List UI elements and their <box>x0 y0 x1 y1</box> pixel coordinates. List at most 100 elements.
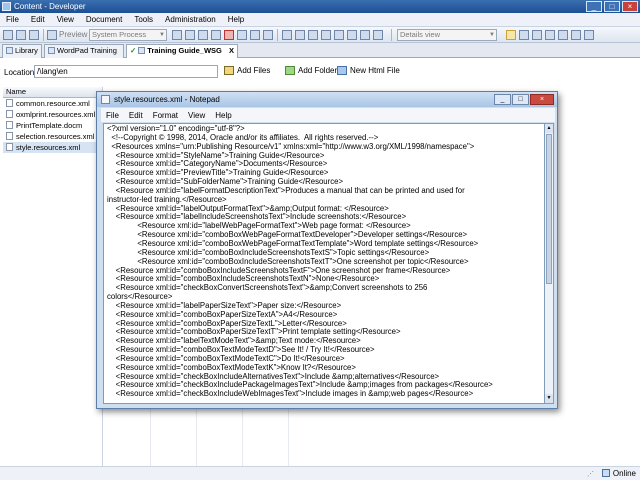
menu-tools[interactable]: Tools <box>128 15 159 24</box>
location-input[interactable]: /\lang\en <box>34 65 218 78</box>
view-combo[interactable]: Details view ▼ <box>397 29 497 41</box>
tab-label: Training Guide_WSG <box>147 46 222 55</box>
paste-icon[interactable] <box>198 30 208 40</box>
add-folder-button[interactable]: Add Folder <box>285 66 337 75</box>
view-combo-value: Details view <box>400 30 441 39</box>
chevron-down-icon: ▼ <box>159 32 165 38</box>
delete-icon[interactable] <box>224 30 234 40</box>
layout-view-icon[interactable] <box>571 30 581 40</box>
library-icon <box>6 47 13 54</box>
save-icon[interactable] <box>16 30 26 40</box>
notepad-menu-format[interactable]: Format <box>148 111 183 120</box>
app-title-bar: Content - Developer _ □ × <box>0 0 640 13</box>
menu-help[interactable]: Help <box>222 15 250 24</box>
split-view-icon[interactable] <box>558 30 568 40</box>
tab-library[interactable]: Library <box>2 44 42 58</box>
file-icon <box>6 110 13 118</box>
menu-edit[interactable]: Edit <box>25 15 51 24</box>
resize-grip-icon: ⋰ <box>587 471 594 478</box>
menu-file[interactable]: File <box>0 15 25 24</box>
redo-icon[interactable] <box>295 30 305 40</box>
new-html-file-label: New Html File <box>350 66 400 75</box>
notepad-text-area[interactable]: <?xml version="1.0" encoding="utf-8"?> <… <box>103 123 545 404</box>
preview-label[interactable]: Preview <box>59 30 87 39</box>
file-name: oxmlprint.resources.xml <box>16 110 96 119</box>
window-controls: _ □ × <box>586 1 638 12</box>
cut-icon[interactable] <box>172 30 182 40</box>
notepad-title-bar[interactable]: style.resources.xml - Notepad _ □ × <box>97 92 557 107</box>
chevron-down-icon: ▼ <box>489 32 495 38</box>
menu-view[interactable]: View <box>51 15 80 24</box>
file-list: Name common.resource.xml oxmlprint.resou… <box>3 87 103 466</box>
location-bar: Location: /\lang\en Add Files Add Folder… <box>0 59 640 87</box>
notepad-window[interactable]: style.resources.xml - Notepad _ □ × File… <box>96 91 558 409</box>
list-item[interactable]: selection.resources.xml <box>3 131 102 142</box>
check-out-icon[interactable] <box>321 30 331 40</box>
notepad-menu-bar: File Edit Format View Help <box>101 108 555 122</box>
properties-icon[interactable] <box>211 30 221 40</box>
minimize-icon[interactable]: _ <box>494 94 511 105</box>
undo-icon[interactable] <box>282 30 292 40</box>
file-icon <box>6 143 13 151</box>
list-item[interactable]: oxmlprint.resources.xml <box>3 109 102 120</box>
file-icon <box>6 121 13 129</box>
maximize-icon[interactable]: □ <box>512 94 529 105</box>
maximize-icon[interactable]: □ <box>604 1 620 12</box>
process-combo[interactable]: System Process ▼ <box>89 29 167 41</box>
add-folder-label: Add Folder <box>298 66 338 75</box>
tab-training-guide[interactable]: ✓ Training Guide_WSG X <box>126 44 238 58</box>
scroll-down-icon[interactable]: ▼ <box>545 394 553 403</box>
document-icon <box>138 47 146 54</box>
tab-label: WordPad Training <box>57 46 117 55</box>
file-icon <box>6 99 13 107</box>
menu-administration[interactable]: Administration <box>159 15 222 24</box>
menu-document[interactable]: Document <box>80 15 128 24</box>
list-view-icon[interactable] <box>532 30 542 40</box>
notepad-menu-edit[interactable]: Edit <box>124 111 148 120</box>
new-html-file-button[interactable]: New Html File <box>337 66 400 75</box>
name-column-header[interactable]: Name <box>3 87 102 98</box>
notepad-menu-help[interactable]: Help <box>210 111 236 120</box>
panel-view-icon[interactable] <box>584 30 594 40</box>
notepad-icon <box>101 95 110 104</box>
details-view-icon[interactable] <box>519 30 529 40</box>
outline-view-icon[interactable] <box>506 30 516 40</box>
check-icon: ✓ <box>130 46 137 55</box>
toolbar-separator <box>43 29 44 41</box>
notepad-menu-view[interactable]: View <box>183 111 210 120</box>
list-item[interactable]: common.resource.xml <box>3 98 102 109</box>
close-icon[interactable]: × <box>622 1 638 12</box>
scroll-up-icon[interactable]: ▲ <box>545 124 553 133</box>
thumbnail-view-icon[interactable] <box>545 30 555 40</box>
list-item[interactable]: style.resources.xml <box>3 142 102 153</box>
list-item[interactable]: PrintTemplate.docm <box>3 120 102 131</box>
file-name: style.resources.xml <box>16 143 81 152</box>
document-icon <box>48 47 55 54</box>
notepad-scrollbar[interactable]: ▲ ▼ <box>545 123 554 404</box>
location-label: Location: <box>4 68 37 77</box>
status-bar: ⋰ Online <box>0 466 640 480</box>
add-files-button[interactable]: Add Files <box>224 66 270 75</box>
tab-wordpad-training[interactable]: WordPad Training <box>44 44 124 58</box>
rename-icon[interactable] <box>237 30 247 40</box>
toolbar-separator <box>277 29 278 41</box>
app-title: Content - Developer <box>14 2 86 11</box>
open-icon[interactable] <box>3 30 13 40</box>
package-icon[interactable] <box>360 30 370 40</box>
link-icon[interactable] <box>347 30 357 40</box>
close-icon[interactable]: × <box>530 94 554 105</box>
text-line: <Resource xml:id="checkBoxIncludeWebImag… <box>107 389 474 399</box>
replace-icon[interactable] <box>263 30 273 40</box>
minimize-icon[interactable]: _ <box>586 1 602 12</box>
check-in-icon[interactable] <box>308 30 318 40</box>
scroll-thumb[interactable] <box>546 134 552 284</box>
history-icon[interactable] <box>334 30 344 40</box>
preview-icon[interactable] <box>47 30 57 40</box>
find-icon[interactable] <box>250 30 260 40</box>
print-icon[interactable] <box>29 30 39 40</box>
copy-icon[interactable] <box>185 30 195 40</box>
close-tab-icon[interactable]: X <box>229 45 234 57</box>
tab-label: Library <box>15 46 38 55</box>
notepad-menu-file[interactable]: File <box>101 111 124 120</box>
refresh-icon[interactable] <box>373 30 383 40</box>
